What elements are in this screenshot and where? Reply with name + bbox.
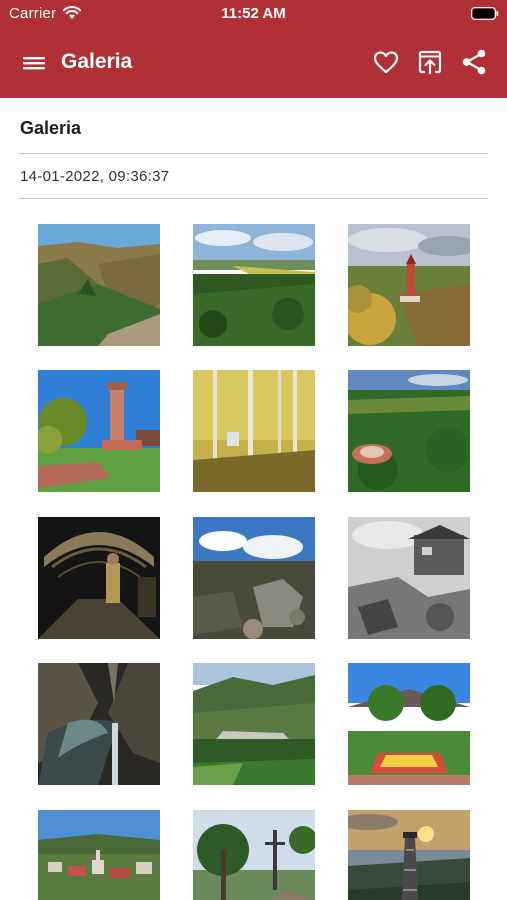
gallery-photo-canyon-waterfall[interactable] — [38, 663, 160, 785]
forest-panorama-image — [193, 224, 315, 346]
gallery-photo-forest-panorama[interactable] — [193, 224, 315, 346]
aerial-tower-image — [348, 370, 470, 492]
gallery-photo-brick-tower[interactable] — [38, 370, 160, 492]
gallery-photo-mine-tunnel[interactable] — [38, 517, 160, 639]
brick-tower-image — [38, 370, 160, 492]
gallery-photo-aerial-tower[interactable] — [348, 370, 470, 492]
garden-house-image — [348, 663, 470, 785]
canyon-waterfall-image — [38, 663, 160, 785]
gallery-title: Galeria — [20, 118, 82, 138]
gallery-photo-tower-autumn[interactable] — [348, 224, 470, 346]
battery-icon — [471, 7, 499, 20]
gallery-photo-mountain-valley[interactable] — [38, 224, 160, 346]
gallery-photo-green-valley[interactable] — [193, 663, 315, 785]
green-valley-image — [193, 663, 315, 785]
sunset-tower-image — [348, 810, 470, 900]
app-bar-title: Galeria — [61, 50, 133, 73]
gallery-date: 14-01-2022, 09:36:37 — [20, 168, 170, 185]
gallery-photo-rock-town[interactable] — [193, 517, 315, 639]
rock-town-image — [193, 517, 315, 639]
open-external-icon[interactable] — [415, 47, 445, 77]
divider — [19, 198, 488, 199]
birch-forest-image — [193, 370, 315, 492]
rock-chalet-image — [348, 517, 470, 639]
summit-cross-image — [193, 810, 315, 900]
top-header: Carrier 11:52 AM Galeria — [0, 0, 507, 98]
gallery-photo-town-view[interactable] — [38, 810, 160, 900]
town-view-image — [38, 810, 160, 900]
divider — [19, 153, 488, 154]
heart-icon[interactable] — [371, 47, 401, 77]
status-bar: Carrier 11:52 AM — [0, 0, 507, 28]
gallery-photo-garden-house[interactable] — [348, 663, 470, 785]
tower-autumn-image — [348, 224, 470, 346]
app-bar: Galeria — [0, 28, 507, 98]
gallery-photo-summit-cross[interactable] — [193, 810, 315, 900]
status-time: 11:52 AM — [221, 5, 286, 22]
hamburger-menu-icon[interactable] — [18, 48, 50, 78]
gallery-photo-sunset-tower[interactable] — [348, 810, 470, 900]
mountain-valley-image — [38, 224, 160, 346]
gallery-photo-birch-forest[interactable] — [193, 370, 315, 492]
mine-tunnel-image — [38, 517, 160, 639]
gallery-photo-rock-chalet[interactable] — [348, 517, 470, 639]
share-icon[interactable] — [459, 47, 489, 77]
